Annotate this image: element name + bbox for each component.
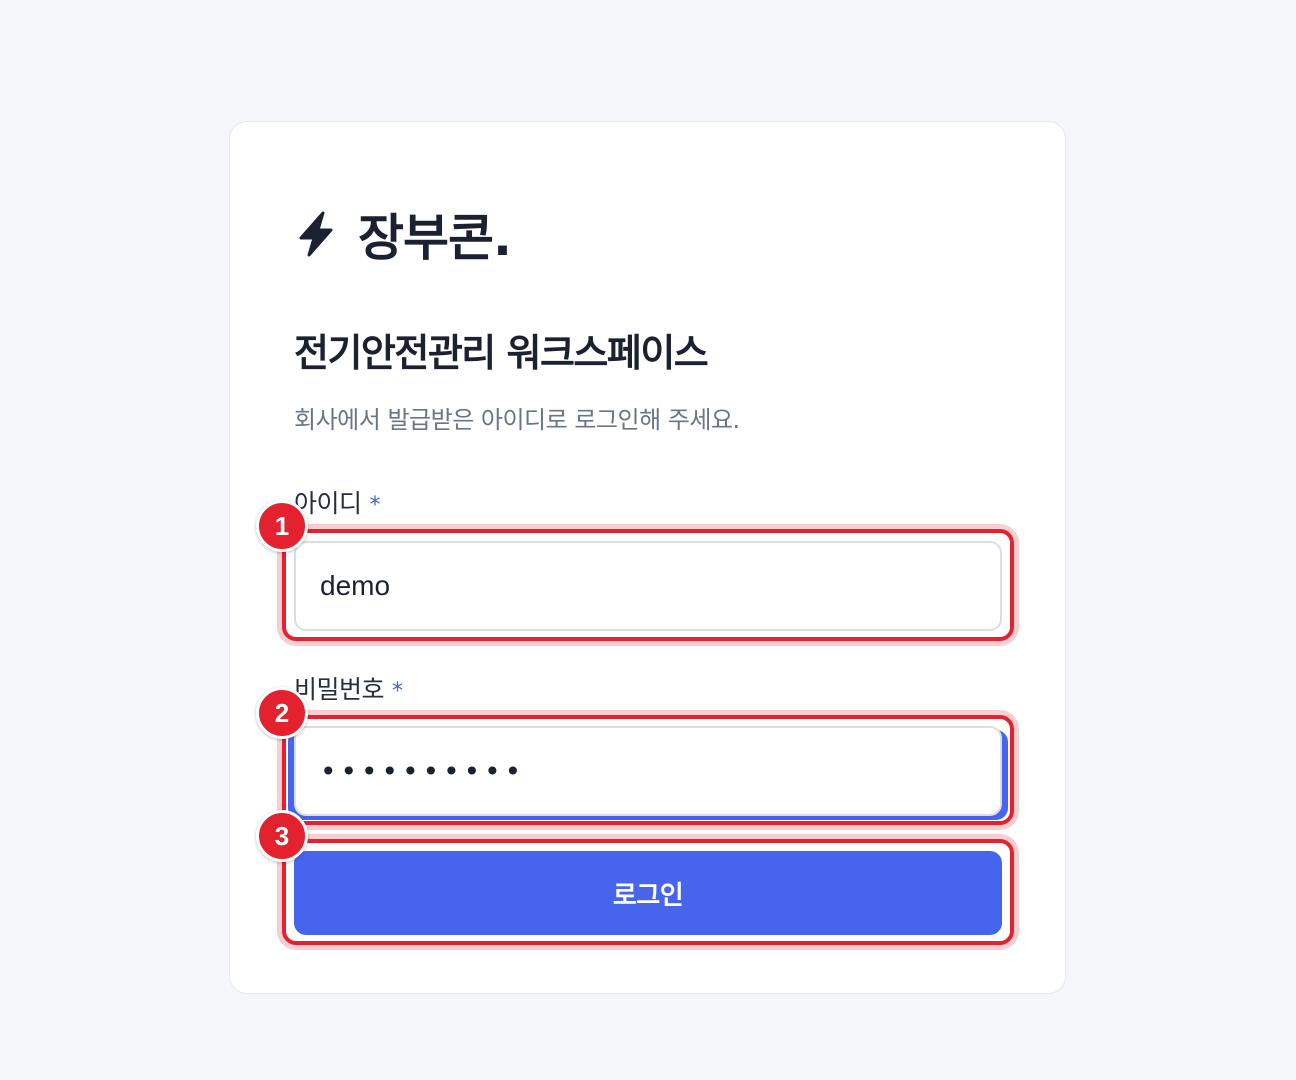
id-required-mark: *: [369, 493, 381, 518]
page-subtitle: 회사에서 발급받은 아이디로 로그인해 주세요.: [294, 406, 740, 434]
password-input[interactable]: [294, 726, 1002, 816]
brand-logo: 장부콘.: [296, 204, 512, 267]
annotation-badge-1: 1: [256, 500, 308, 552]
page-title: 전기안전관리 워크스페이스: [294, 331, 709, 375]
password-label-text: 비밀번호: [294, 675, 385, 704]
brand-name: 장부콘.: [358, 209, 512, 267]
login-card: 장부콘. 전기안전관리 워크스페이스 회사에서 발급받은 아이디로 로그인해 주…: [229, 121, 1066, 994]
lightning-bolt-icon: [299, 211, 333, 257]
annotation-badge-3: 3: [256, 810, 308, 862]
id-input[interactable]: [294, 541, 1002, 631]
password-label: 비밀번호 *: [294, 670, 403, 706]
password-required-mark: *: [392, 679, 403, 704]
annotation-badge-2: 2: [256, 687, 308, 739]
login-button[interactable]: 로그인: [294, 851, 1002, 935]
id-label: 아이디 *: [294, 484, 380, 520]
